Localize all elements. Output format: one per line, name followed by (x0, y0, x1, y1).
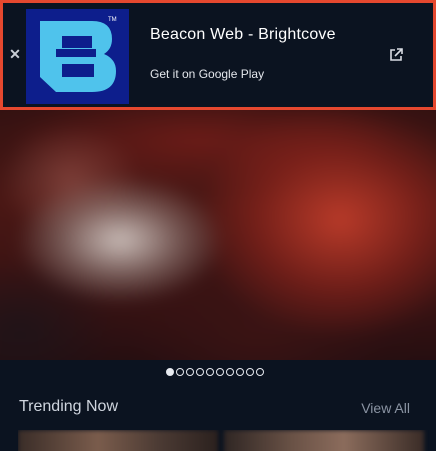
beacon-b-logo-icon[interactable]: TM (26, 9, 129, 104)
carousel-dot-8[interactable] (236, 368, 244, 376)
carousel-dot-1[interactable] (166, 368, 174, 376)
carousel-dot-10[interactable] (256, 368, 264, 376)
carousel-dot-6[interactable] (216, 368, 224, 376)
trending-thumbnail[interactable] (18, 430, 218, 451)
svg-text:TM: TM (108, 17, 117, 23)
trending-now-heading: Trending Now (19, 398, 119, 415)
carousel-dot-4[interactable] (196, 368, 204, 376)
external-link-icon[interactable] (387, 46, 405, 64)
trending-thumbnail[interactable] (224, 430, 424, 451)
view-all-link[interactable]: View All (361, 400, 410, 416)
carousel-dot-7[interactable] (226, 368, 234, 376)
hero-carousel-image[interactable] (0, 110, 436, 360)
app-install-banner: ✕ TM Beacon Web - Brightcove Get it on G… (0, 0, 436, 110)
carousel-dot-2[interactable] (176, 368, 184, 376)
app-store-subtitle[interactable]: Get it on Google Play (150, 67, 264, 81)
trending-row (18, 430, 436, 451)
carousel-pagination (166, 368, 264, 378)
app-title: Beacon Web - Brightcove (150, 26, 336, 43)
hero-artwork (0, 110, 436, 360)
close-icon[interactable]: ✕ (9, 47, 21, 61)
carousel-dot-5[interactable] (206, 368, 214, 376)
carousel-dot-3[interactable] (186, 368, 194, 376)
carousel-dot-9[interactable] (246, 368, 254, 376)
